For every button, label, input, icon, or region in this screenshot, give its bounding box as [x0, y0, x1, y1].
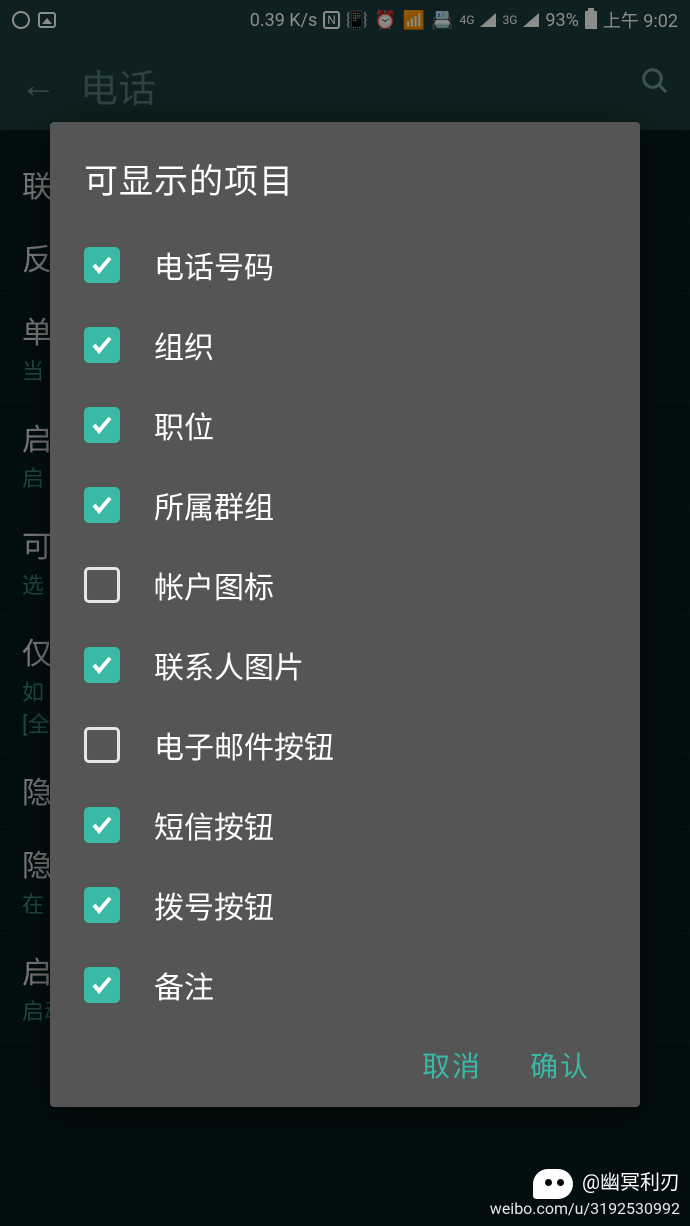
page-title: 电话 [80, 58, 640, 113]
option-label: 电子邮件按钮 [154, 723, 334, 767]
weibo-watermark: @幽冥利刃 weibo.com/u/3192530992 [490, 1166, 680, 1218]
option-item[interactable]: 备注 [84, 945, 606, 1025]
search-icon[interactable] [640, 66, 670, 104]
weibo-url: weibo.com/u/3192530992 [490, 1199, 680, 1218]
sim-icon: 📇 [431, 10, 453, 31]
option-item[interactable]: 拨号按钮 [84, 865, 606, 945]
checkbox-checked-icon[interactable] [84, 407, 120, 443]
net1-label: 4G [460, 13, 475, 27]
battery-icon [585, 11, 597, 29]
option-label: 帐户图标 [154, 563, 274, 607]
option-label: 备注 [154, 963, 214, 1007]
option-label: 联系人图片 [154, 643, 304, 687]
option-item[interactable]: 所属群组 [84, 465, 606, 545]
checkbox-checked-icon[interactable] [84, 647, 120, 683]
option-item[interactable]: 组织 [84, 305, 606, 385]
weibo-username: @幽冥利刃 [582, 1170, 680, 1194]
option-label: 所属群组 [154, 483, 274, 527]
checkbox-unchecked-icon[interactable] [84, 567, 120, 603]
checkbox-checked-icon[interactable] [84, 247, 120, 283]
option-item[interactable]: 职位 [84, 385, 606, 465]
status-right: 0.39 K/s N 📳 ⏰ 📶 📇 4G 3G 93% 上午 9:02 [250, 7, 678, 33]
signal1-icon [480, 13, 496, 27]
option-label: 组织 [154, 323, 214, 367]
displayable-items-dialog: 可显示的项目 电话号码组织职位所属群组帐户图标联系人图片电子邮件按钮短信按钮拨号… [50, 122, 640, 1107]
back-icon[interactable]: ← [20, 64, 56, 106]
checkbox-checked-icon[interactable] [84, 487, 120, 523]
checkbox-checked-icon[interactable] [84, 807, 120, 843]
net-speed: 0.39 K/s [250, 10, 318, 31]
weibo-logo-icon [533, 1169, 573, 1199]
option-label: 电话号码 [154, 243, 274, 287]
image-icon [38, 12, 56, 28]
dialog-title: 可显示的项目 [84, 154, 606, 203]
alarm-icon: ⏰ [374, 10, 396, 31]
option-label: 拨号按钮 [154, 883, 274, 927]
checkbox-checked-icon[interactable] [84, 327, 120, 363]
signal2-icon [523, 13, 539, 27]
option-item[interactable]: 联系人图片 [84, 625, 606, 705]
cancel-button[interactable]: 取消 [422, 1045, 482, 1085]
checkbox-checked-icon[interactable] [84, 967, 120, 1003]
confirm-button[interactable]: 确认 [530, 1045, 590, 1085]
status-left [12, 11, 56, 29]
checkbox-unchecked-icon[interactable] [84, 727, 120, 763]
vibrate-icon: 📳 [346, 10, 368, 31]
clock: 上午 9:02 [603, 7, 678, 33]
dialog-actions: 取消 确认 [84, 1025, 606, 1093]
option-label: 职位 [154, 403, 214, 447]
option-item[interactable]: 短信按钮 [84, 785, 606, 865]
option-item[interactable]: 帐户图标 [84, 545, 606, 625]
wifi-icon: 📶 [403, 10, 425, 31]
option-label: 短信按钮 [154, 803, 274, 847]
option-list: 电话号码组织职位所属群组帐户图标联系人图片电子邮件按钮短信按钮拨号按钮备注 [84, 225, 606, 1025]
net2-label: 3G [502, 13, 517, 27]
app-bar: ← 电话 [0, 40, 690, 130]
option-item[interactable]: 电话号码 [84, 225, 606, 305]
option-item[interactable]: 电子邮件按钮 [84, 705, 606, 785]
status-bar: 0.39 K/s N 📳 ⏰ 📶 📇 4G 3G 93% 上午 9:02 [0, 0, 690, 40]
nfc-icon: N [323, 11, 340, 29]
battery-pct: 93% [545, 10, 578, 31]
checkbox-checked-icon[interactable] [84, 887, 120, 923]
circle-icon [12, 11, 30, 29]
